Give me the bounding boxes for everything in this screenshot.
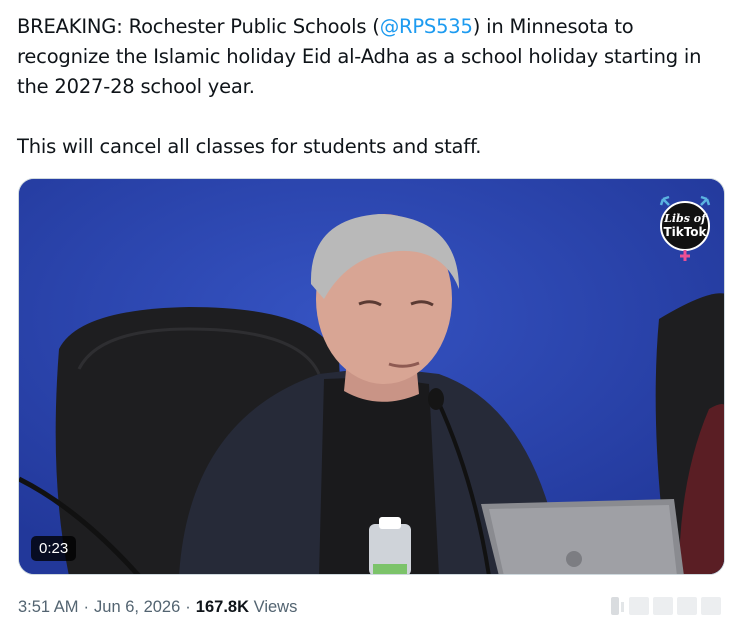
tweet-text: BREAKING: Rochester Public Schools (@RPS… xyxy=(17,12,722,162)
svg-text:Libs of: Libs of xyxy=(663,212,708,225)
svg-text:TikTok: TikTok xyxy=(663,225,707,239)
watermark-bars xyxy=(611,597,721,615)
views-label: Views xyxy=(253,598,298,616)
tweet-time[interactable]: 3:51 AM xyxy=(18,598,79,616)
tweet-paragraph-1: BREAKING: Rochester Public Schools (@RPS… xyxy=(17,12,722,102)
views-count: 167.8K xyxy=(195,598,250,616)
tweet-paragraph-2: This will cancel all classes for student… xyxy=(17,135,482,158)
mention-link[interactable]: @RPS535 xyxy=(380,15,473,38)
libs-of-tiktok-logo: Libs of TikTok xyxy=(659,195,711,261)
separator: · xyxy=(185,598,191,616)
tweet-meta: 3:51 AM · Jun 6, 2026 · 167.8K Views xyxy=(18,598,297,617)
video-frame xyxy=(19,179,724,574)
separator: · xyxy=(83,598,90,616)
video-duration: 0:23 xyxy=(31,536,77,561)
video-player[interactable]: Libs of TikTok 0:23 xyxy=(18,178,725,575)
tweet-text-prefix: BREAKING: Rochester Public Schools ( xyxy=(17,15,380,38)
tweet-date[interactable]: Jun 6, 2026 xyxy=(94,598,180,616)
